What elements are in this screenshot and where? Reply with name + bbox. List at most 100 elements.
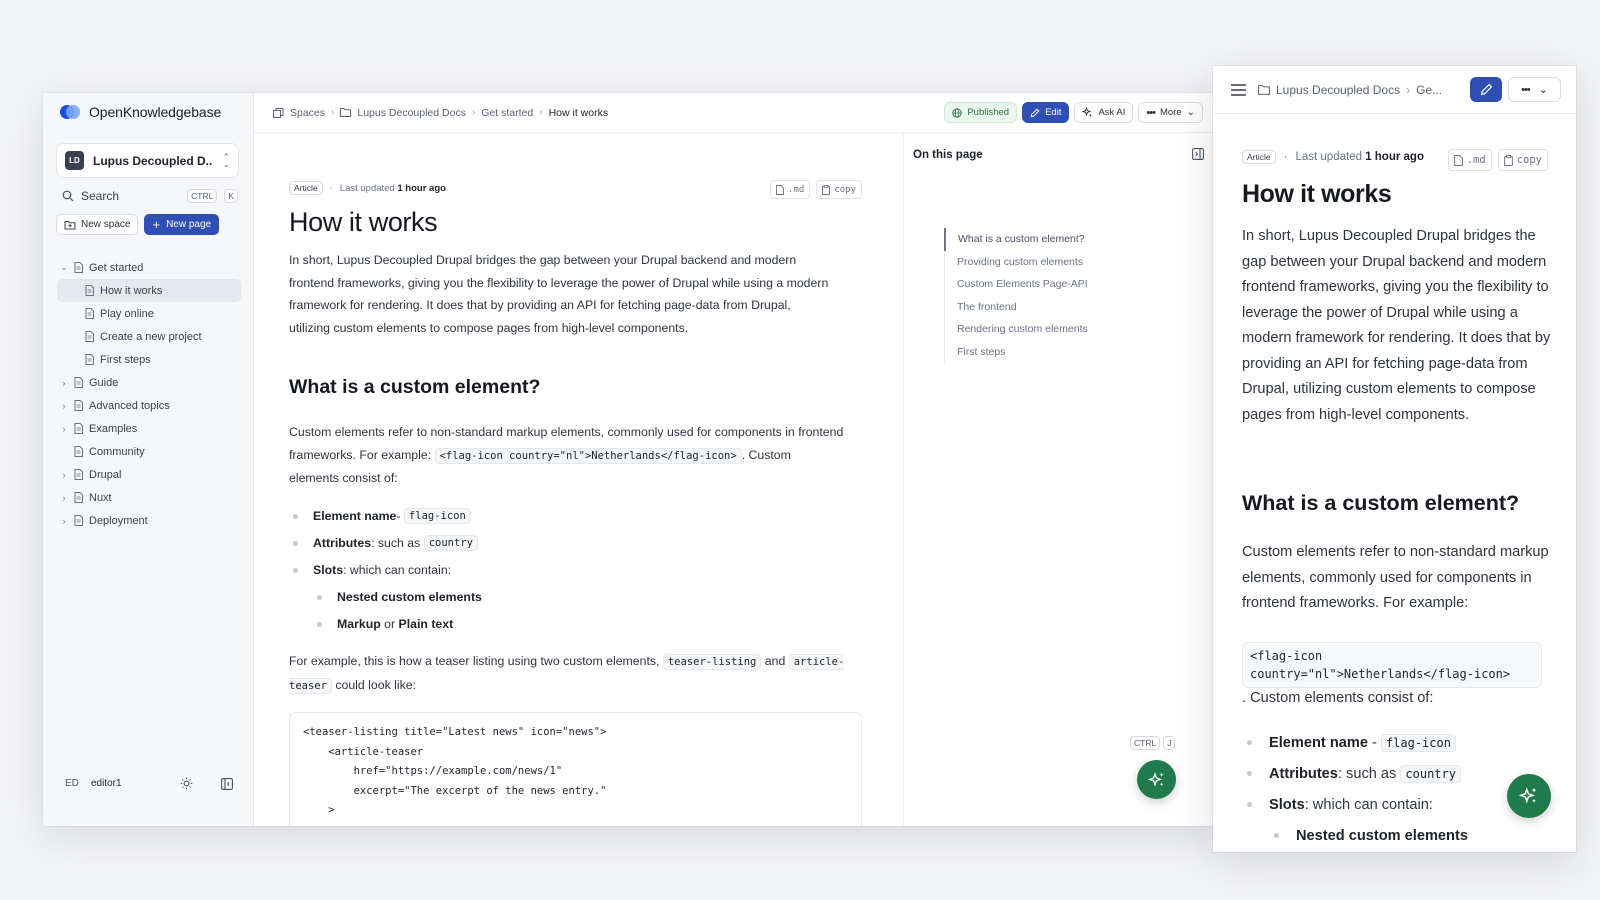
mobile-breadcrumb: Lupus Decoupled Docs › Ge... <box>1258 83 1442 97</box>
tree-item-guide[interactable]: › Guide <box>57 371 241 394</box>
published-badge[interactable]: Published <box>944 102 1018 123</box>
tree-item-community[interactable]: Community <box>57 440 241 463</box>
sidebar-footer: ED editor1 <box>65 777 233 790</box>
menu-icon[interactable] <box>1231 83 1246 96</box>
article-tools: .md copy <box>770 180 862 199</box>
new-page-label: New page <box>166 219 212 230</box>
tree-item-play-online[interactable]: Play online <box>57 302 241 325</box>
last-updated: Last updated 1 hour ago <box>1295 151 1424 163</box>
download-md-button[interactable]: .md <box>1447 149 1492 171</box>
article-tag: Article <box>1242 150 1276 164</box>
breadcrumb-space[interactable]: Lupus Decoupled Docs <box>1276 83 1400 97</box>
tree-item-create-project[interactable]: Create a new project <box>57 325 241 348</box>
tree-item-how-it-works[interactable]: How it works <box>57 279 241 302</box>
folder-icon <box>340 108 352 117</box>
document-icon <box>71 262 85 273</box>
new-space-button[interactable]: New space <box>56 214 139 235</box>
section-heading: What is a custom element? <box>289 376 541 398</box>
space-name: Lupus Decoupled D... <box>93 153 214 168</box>
inline-code: <flag-icon country="nl">Netherlands</fla… <box>434 447 742 464</box>
tree-item-nuxt[interactable]: › Nuxt <box>57 486 241 509</box>
tree-item-label: Community <box>89 445 145 458</box>
tree-item-drupal[interactable]: › Drupal <box>57 463 241 486</box>
search-icon <box>62 190 74 202</box>
ai-shortcut: CTRL J <box>1130 736 1176 750</box>
chevron-right-icon: › <box>62 400 66 411</box>
search-button[interactable]: Search CTRL K <box>62 186 238 206</box>
tree-item-deployment[interactable]: › Deployment <box>57 509 241 532</box>
ask-ai-button[interactable]: Ask AI <box>1074 102 1134 123</box>
list-item: Slots: which can contain: <box>289 556 849 583</box>
custom-element-paragraph: Custom elements refer to non-standard ma… <box>289 425 844 485</box>
tree-item-label: Guide <box>89 376 119 389</box>
file-icon <box>1453 154 1463 166</box>
ai-assistant-button[interactable] <box>1137 760 1176 799</box>
edit-button[interactable]: Edit <box>1022 102 1070 123</box>
brand-name: OpenKnowledgebase <box>89 104 222 120</box>
ellipsis-icon: ••• <box>1146 106 1156 119</box>
chevron-right-icon: › <box>331 107 335 118</box>
plus-icon: + <box>152 216 161 232</box>
panel-collapse-icon[interactable] <box>1192 148 1204 160</box>
document-icon <box>71 423 85 434</box>
list-item: Element name - flag-icon <box>289 502 849 529</box>
spaces-icon <box>273 107 284 118</box>
mobile-more-button[interactable]: ••• ⌄ <box>1508 77 1561 102</box>
document-icon <box>71 377 85 388</box>
toc-item[interactable]: What is a custom element? <box>944 228 1088 251</box>
brand[interactable]: OpenKnowledgebase <box>60 104 221 120</box>
document-icon <box>71 515 85 526</box>
folder-icon <box>1258 84 1270 95</box>
chevron-down-icon: ⌄ <box>1538 84 1548 96</box>
more-label: More <box>1159 107 1182 118</box>
logo-icon <box>60 105 80 119</box>
clipboard-icon <box>822 184 831 195</box>
intro-paragraph: In short, Lupus Decoupled Drupal bridges… <box>1242 228 1551 423</box>
code-block[interactable]: <teaser-listing title="Latest news" icon… <box>289 712 862 826</box>
tree-item-label: Deployment <box>89 514 148 527</box>
copy-button[interactable]: copy <box>816 180 862 199</box>
mobile-edit-button[interactable] <box>1470 77 1502 102</box>
toolbar-actions: Published Edit Ask AI ••• More ⌄ <box>944 102 1203 123</box>
toc-item[interactable]: First steps <box>945 341 1088 364</box>
tree-item-examples[interactable]: › Examples <box>57 417 241 440</box>
breadcrumb-section[interactable]: Ge... <box>1416 83 1442 97</box>
breadcrumb-spaces[interactable]: Spaces <box>290 107 325 119</box>
tree-item-advanced-topics[interactable]: › Advanced topics <box>57 394 241 417</box>
page-title: How it works <box>289 207 438 237</box>
meta-separator: · <box>1283 151 1288 163</box>
sidebar-actions: New space + New page <box>56 214 220 235</box>
toc-item[interactable]: Rendering custom elements <box>945 318 1088 341</box>
meta-separator: · <box>329 182 333 194</box>
toc-item[interactable]: The frontend <box>945 296 1088 319</box>
md-label: .md <box>788 184 805 195</box>
download-md-button[interactable]: .md <box>770 180 811 199</box>
user-name[interactable]: editor1 <box>91 778 180 789</box>
copy-button[interactable]: copy <box>1497 149 1548 171</box>
intro-paragraph: In short, Lupus Decoupled Drupal bridges… <box>289 253 829 335</box>
more-button[interactable]: ••• More ⌄ <box>1138 102 1203 123</box>
inline-code-block: <flag-icon country="nl">Netherlands</fla… <box>1242 642 1542 688</box>
toc-item[interactable]: Custom Elements Page-API <box>945 273 1088 296</box>
new-space-label: New space <box>81 219 131 230</box>
sidebar-toggle-icon[interactable] <box>221 777 233 790</box>
folder-plus-icon <box>64 220 76 229</box>
tree-item-label: Get started <box>89 261 144 274</box>
document-icon <box>71 469 85 480</box>
breadcrumb-space[interactable]: Lupus Decoupled Docs <box>357 107 466 119</box>
new-page-button[interactable]: + New page <box>144 214 220 235</box>
ai-assistant-button[interactable] <box>1507 774 1551 818</box>
page-tree: ⌄ Get started How it works Play online C… <box>57 256 241 532</box>
chevron-right-icon: › <box>1406 82 1411 97</box>
tree-item-get-started[interactable]: ⌄ Get started <box>57 256 241 279</box>
chevron-down-icon: ⌄ <box>60 262 68 272</box>
toc-item[interactable]: Providing custom elements <box>945 251 1088 274</box>
tree-item-first-steps[interactable]: First steps <box>57 348 241 371</box>
space-selector[interactable]: LD Lupus Decoupled D... ⌃ ⌄ <box>56 143 239 178</box>
tree-item-label: First steps <box>100 353 151 366</box>
custom-element-list: Element name - flag-icon Attributes: suc… <box>289 502 849 637</box>
breadcrumb-section[interactable]: Get started <box>481 107 533 119</box>
sun-icon[interactable] <box>180 777 193 790</box>
tree-item-label: How it works <box>100 284 163 297</box>
search-label: Search <box>81 189 120 203</box>
